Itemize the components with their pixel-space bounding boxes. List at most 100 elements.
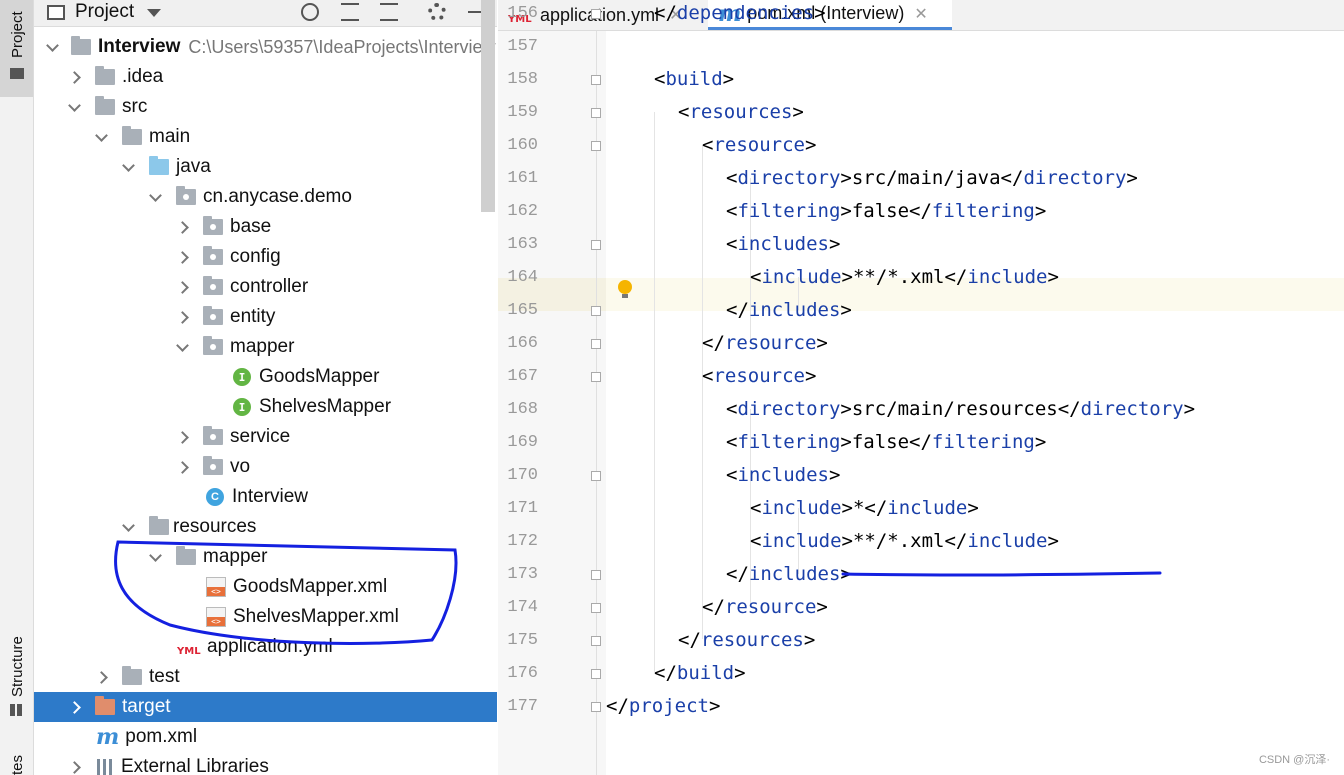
tree-item-label: base — [230, 216, 272, 237]
chevron-right-icon[interactable] — [176, 310, 189, 324]
chevron-right-icon[interactable] — [176, 250, 189, 264]
tree-item-service[interactable]: service — [34, 422, 497, 452]
tree-item-goodsmapper-xml[interactable]: GoodsMapper.xml — [34, 572, 497, 602]
chevron-down-icon[interactable] — [68, 98, 81, 112]
project-tool-tab[interactable]: Project — [0, 0, 33, 97]
code-line[interactable]: <filtering>false</filtering> — [726, 426, 1046, 459]
fold-marker-icon[interactable] — [591, 141, 601, 151]
favorites-tool-tab[interactable]: tes — [9, 755, 26, 775]
code-line[interactable]: <directory>src/main/resources</directory… — [726, 393, 1195, 426]
tree-item-package[interactable]: cn.anycase.demo — [34, 182, 497, 212]
tree-item-mapper-folder[interactable]: mapper — [34, 542, 497, 572]
project-panel-title[interactable]: Project — [75, 1, 134, 23]
fold-marker-icon[interactable] — [591, 636, 601, 646]
code-line[interactable]: <resource> — [702, 129, 816, 162]
code-line[interactable]: <includes> — [726, 228, 840, 261]
fold-marker-icon[interactable] — [591, 9, 601, 19]
tree-item-application-yml[interactable]: YML application.yml — [34, 632, 497, 662]
tree-item-pom[interactable]: m pom.xml — [34, 722, 497, 752]
chevron-down-icon[interactable] — [147, 9, 161, 17]
library-icon — [95, 759, 115, 775]
tree-item-java[interactable]: java — [34, 152, 497, 182]
chevron-right-icon[interactable] — [176, 220, 189, 234]
code-line[interactable]: <include>*</include> — [750, 492, 979, 525]
tree-item-shelvesmapper[interactable]: I ShelvesMapper — [34, 392, 497, 422]
folder-icon — [122, 666, 142, 685]
code-line[interactable]: </build> — [654, 657, 746, 690]
code-line[interactable]: </resource> — [702, 591, 828, 624]
fold-marker-icon[interactable] — [591, 471, 601, 481]
fold-marker-icon[interactable] — [591, 108, 601, 118]
tree-item-shelvesmapper-xml[interactable]: ShelvesMapper.xml — [34, 602, 497, 632]
gear-icon[interactable] — [428, 3, 446, 21]
tree-item-label: target — [122, 696, 171, 717]
chevron-right-icon[interactable] — [68, 760, 81, 774]
fold-marker-icon[interactable] — [591, 603, 601, 613]
code-line[interactable]: </resource> — [702, 327, 828, 360]
chevron-right-icon[interactable] — [95, 670, 108, 684]
tree-item-test[interactable]: test — [34, 662, 497, 692]
expand-all-icon[interactable] — [341, 3, 359, 21]
code-line[interactable]: <resources> — [678, 96, 804, 129]
chevron-down-icon[interactable] — [46, 38, 59, 52]
code-line[interactable]: </project> — [606, 690, 720, 723]
fold-marker-icon[interactable] — [591, 306, 601, 316]
chevron-down-icon[interactable] — [122, 518, 135, 532]
structure-tool-tab[interactable]: Structure — [9, 636, 26, 697]
tree-item-main[interactable]: main — [34, 122, 497, 152]
chevron-right-icon[interactable] — [68, 70, 81, 84]
collapse-all-icon[interactable] — [380, 3, 398, 21]
tree-item-entity[interactable]: entity — [34, 302, 497, 332]
chevron-right-icon[interactable] — [176, 430, 189, 444]
close-icon[interactable]: ✕ — [914, 4, 927, 24]
chevron-right-icon[interactable] — [68, 700, 81, 714]
code-line[interactable]: </dependencies> — [654, 0, 826, 30]
fold-marker-icon[interactable] — [591, 372, 601, 382]
code-line[interactable]: <resource> — [702, 360, 816, 393]
code-line[interactable]: </includes> — [726, 558, 852, 591]
chevron-down-icon[interactable] — [149, 188, 162, 202]
tree-item-external-libraries[interactable]: External Libraries — [34, 752, 497, 775]
source-folder-icon — [149, 156, 169, 175]
fold-marker-icon[interactable] — [591, 669, 601, 679]
tree-item-label: ShelvesMapper — [259, 396, 392, 417]
tree-item-vo[interactable]: vo — [34, 452, 497, 482]
chevron-down-icon[interactable] — [176, 338, 189, 352]
code-line[interactable]: <include>**/*.xml</include> — [750, 261, 1059, 294]
lightbulb-icon[interactable] — [618, 280, 632, 298]
tree-item-idea[interactable]: .idea — [34, 62, 497, 92]
chevron-down-icon[interactable] — [122, 158, 135, 172]
tree-item-mapper-package[interactable]: mapper — [34, 332, 497, 362]
chevron-down-icon[interactable] — [95, 128, 108, 142]
module-folder-icon — [71, 36, 91, 55]
tree-item-controller[interactable]: controller — [34, 272, 497, 302]
chevron-right-icon[interactable] — [176, 280, 189, 294]
chevron-right-icon[interactable] — [176, 460, 189, 474]
tree-item-goodsmapper[interactable]: I GoodsMapper — [34, 362, 497, 392]
code-line[interactable]: </resources> — [678, 624, 815, 657]
tree-item-interview-class[interactable]: C Interview — [34, 482, 497, 512]
fold-marker-icon[interactable] — [591, 339, 601, 349]
code-line[interactable]: <directory>src/main/java</directory> — [726, 162, 1138, 195]
code-line[interactable]: <build> — [654, 63, 734, 96]
tree-item-base[interactable]: base — [34, 212, 497, 242]
code-line[interactable]: <filtering>false</filtering> — [726, 195, 1046, 228]
tree-item-src[interactable]: src — [34, 92, 497, 122]
code-line[interactable]: <includes> — [726, 459, 840, 492]
tree-item-interview-root[interactable]: Interview C:\Users\59357\IdeaProjects\In… — [34, 32, 497, 62]
tree-item-resources[interactable]: resources — [34, 512, 497, 542]
code-line[interactable]: </includes> — [726, 294, 852, 327]
project-scrollbar[interactable] — [481, 0, 495, 212]
tree-item-config[interactable]: config — [34, 242, 497, 272]
code-line[interactable]: <include>**/*.xml</include> — [750, 525, 1059, 558]
locate-icon[interactable] — [301, 3, 319, 21]
fold-marker-icon[interactable] — [591, 75, 601, 85]
tree-item-label: service — [230, 426, 291, 447]
line-number: 176 — [507, 664, 538, 683]
chevron-down-icon[interactable] — [149, 548, 162, 562]
fold-marker-icon[interactable] — [591, 240, 601, 250]
fold-marker-icon[interactable] — [591, 702, 601, 712]
line-number: 172 — [507, 532, 538, 551]
tree-item-target[interactable]: target — [34, 692, 497, 722]
fold-marker-icon[interactable] — [591, 570, 601, 580]
